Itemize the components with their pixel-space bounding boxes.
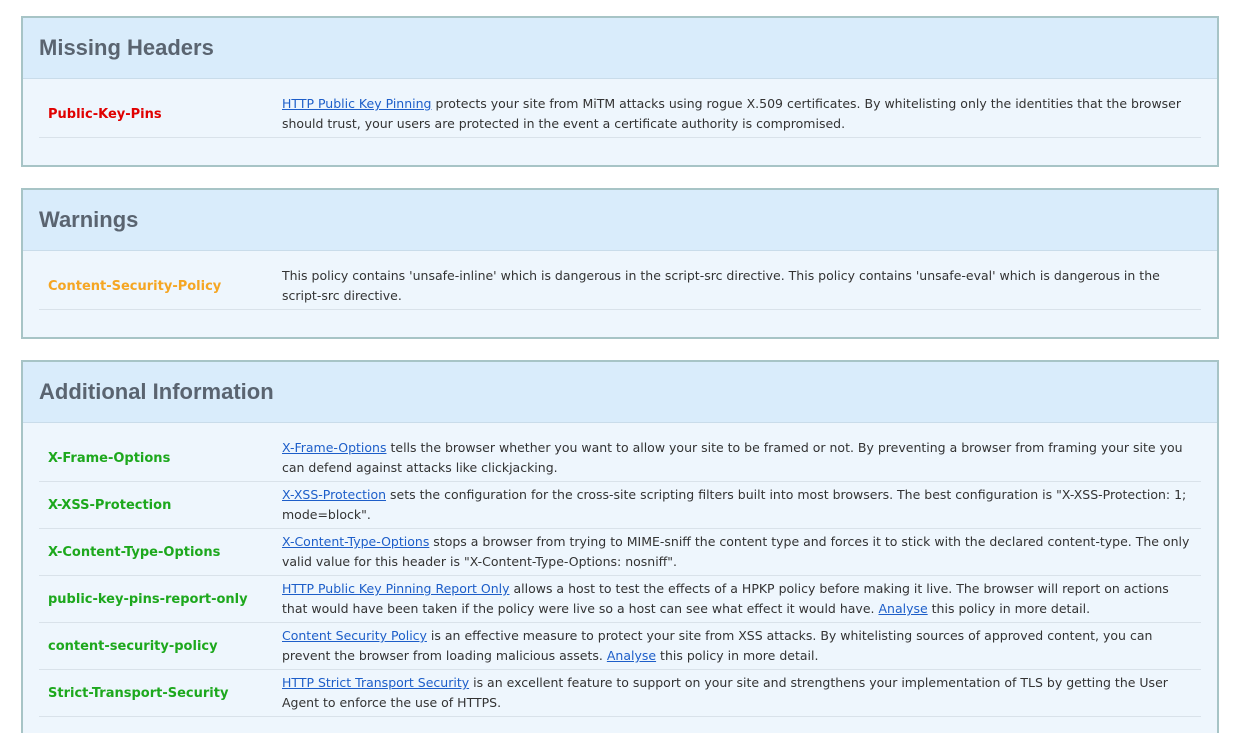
header-name: Public-Key-Pins: [48, 106, 162, 122]
panel-title: Additional Information: [39, 379, 274, 404]
table-row: Strict-Transport-Security HTTP Strict Tr…: [39, 670, 1201, 717]
link[interactable]: HTTP Strict Transport Security: [282, 675, 469, 690]
warnings-panel: Warnings Content-Security-Policy This po…: [21, 188, 1219, 339]
link[interactable]: HTTP Public Key Pinning: [282, 96, 431, 111]
header-description: X-Frame-Options tells the browser whethe…: [282, 440, 1183, 475]
panel-header: Warnings: [23, 190, 1217, 251]
header-name: Content-Security-Policy: [48, 278, 222, 294]
header-description: X-Content-Type-Options stops a browser f…: [282, 534, 1190, 569]
panel-title: Missing Headers: [39, 35, 214, 60]
header-name: public-key-pins-report-only: [48, 591, 248, 607]
header-name: X-Content-Type-Options: [48, 544, 221, 560]
header-description: HTTP Public Key Pinning protects your si…: [282, 96, 1182, 131]
panel-header: Missing Headers: [23, 18, 1217, 79]
link[interactable]: X-Frame-Options: [282, 440, 387, 455]
additional-information-panel: Additional Information X-Frame-Options X…: [21, 360, 1219, 733]
table-row: Content-Security-Policy This policy cont…: [39, 263, 1201, 310]
panel-title: Warnings: [39, 207, 139, 232]
warnings-list: Content-Security-Policy This policy cont…: [23, 251, 1217, 328]
additional-information-list: X-Frame-Options X-Frame-Options tells th…: [23, 423, 1217, 733]
analyse-link[interactable]: Analyse: [878, 601, 927, 616]
table-row: X-Content-Type-Options X-Content-Type-Op…: [39, 529, 1201, 576]
header-description: X-XSS-Protection sets the configuration …: [282, 487, 1187, 522]
analyse-link[interactable]: Analyse: [607, 648, 656, 663]
header-description: HTTP Public Key Pinning Report Only allo…: [282, 581, 1169, 616]
header-name: X-Frame-Options: [48, 450, 171, 466]
table-row: X-XSS-Protection X-XSS-Protection sets t…: [39, 482, 1201, 529]
header-description: HTTP Strict Transport Security is an exc…: [282, 675, 1168, 710]
link[interactable]: HTTP Public Key Pinning Report Only: [282, 581, 510, 596]
link[interactable]: X-Content-Type-Options: [282, 534, 429, 549]
missing-headers-panel: Missing Headers Public-Key-Pins HTTP Pub…: [21, 16, 1219, 167]
link[interactable]: X-XSS-Protection: [282, 487, 386, 502]
header-description: This policy contains 'unsafe-inline' whi…: [282, 268, 1160, 303]
table-row: content-security-policy Content Security…: [39, 623, 1201, 670]
header-description: Content Security Policy is an effective …: [282, 628, 1153, 663]
header-name: X-XSS-Protection: [48, 497, 172, 513]
table-row: public-key-pins-report-only HTTP Public …: [39, 576, 1201, 623]
link[interactable]: Content Security Policy: [282, 628, 427, 643]
panel-header: Additional Information: [23, 362, 1217, 423]
header-name: Strict-Transport-Security: [48, 685, 229, 701]
header-name: content-security-policy: [48, 638, 218, 654]
table-row: Public-Key-Pins HTTP Public Key Pinning …: [39, 91, 1201, 138]
table-row: X-Frame-Options X-Frame-Options tells th…: [39, 435, 1201, 482]
missing-headers-list: Public-Key-Pins HTTP Public Key Pinning …: [23, 79, 1217, 156]
